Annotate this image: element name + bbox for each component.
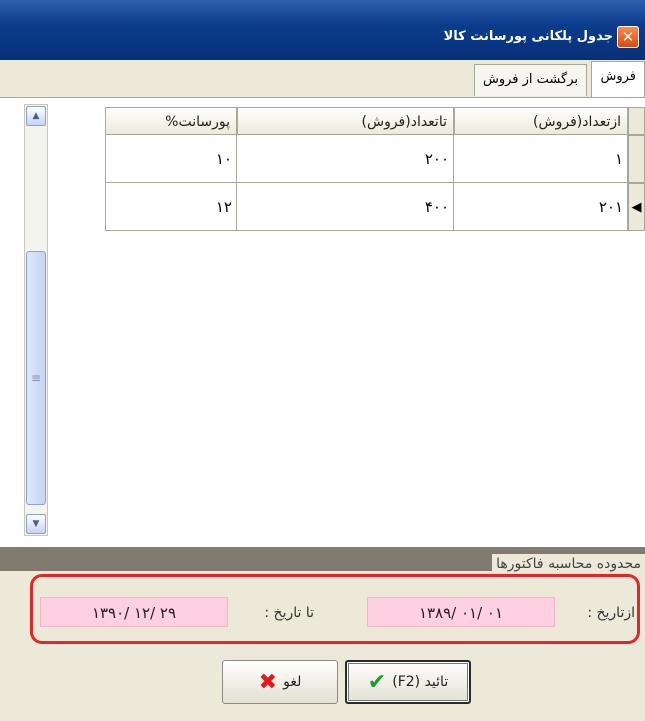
- column-header-commission[interactable]: پورسانت%: [105, 107, 237, 135]
- cell-to-qty[interactable]: ۲۰۰: [237, 135, 454, 183]
- cancel-button[interactable]: لغو ✖: [222, 660, 338, 704]
- cell-commission[interactable]: ۱۲: [105, 183, 237, 231]
- cell-from-qty[interactable]: ۱: [454, 135, 628, 183]
- cross-icon: ✖: [258, 669, 278, 695]
- close-icon[interactable]: ✕: [617, 26, 639, 48]
- title-bar: جدول پلکانی پورسانت کالا ✕: [0, 0, 645, 60]
- row-indicator-header: [628, 107, 645, 135]
- scroll-up-icon[interactable]: ▲: [26, 106, 46, 126]
- to-date-field[interactable]: ۱۳۹۰/ ۱۲/ ۲۹: [40, 597, 228, 627]
- window-title: جدول پلکانی پورسانت کالا: [443, 29, 613, 44]
- tab-sales[interactable]: فروش: [591, 61, 645, 97]
- invoice-range-title: محدوده محاسبه فاکتورها: [492, 554, 645, 574]
- scroll-down-icon[interactable]: ▼: [26, 514, 46, 534]
- confirm-button[interactable]: تائید (F2) ✔: [345, 660, 471, 704]
- to-date-label: تا تاریخ :: [264, 605, 314, 621]
- from-date-field[interactable]: ۱۳۸۹/ ۰۱/ ۰۱: [367, 597, 555, 627]
- column-header-from-qty[interactable]: ازتعداد(فروش): [454, 107, 628, 135]
- row-indicator[interactable]: [628, 135, 645, 183]
- cell-commission[interactable]: ۱۰: [105, 135, 237, 183]
- grip-icon: ≡: [30, 371, 42, 385]
- cell-from-qty[interactable]: ۲۰۱: [454, 183, 628, 231]
- check-icon: ✔: [367, 669, 387, 695]
- tab-strip: فروش برگشت از فروش: [0, 60, 645, 98]
- scroll-thumb[interactable]: ≡: [26, 251, 46, 505]
- from-date-label: ازتاریخ :: [587, 605, 635, 621]
- vertical-scrollbar[interactable]: ▲ ≡ ▼: [24, 104, 48, 536]
- tab-sales-return[interactable]: برگشت از فروش: [473, 64, 587, 96]
- current-row-indicator-icon[interactable]: ◀: [628, 183, 645, 231]
- column-header-to-qty[interactable]: تاتعداد(فروش): [237, 107, 454, 135]
- cell-to-qty[interactable]: ۴۰۰: [237, 183, 454, 231]
- cancel-label: لغو: [283, 674, 302, 690]
- confirm-label: تائید (F2): [392, 674, 449, 690]
